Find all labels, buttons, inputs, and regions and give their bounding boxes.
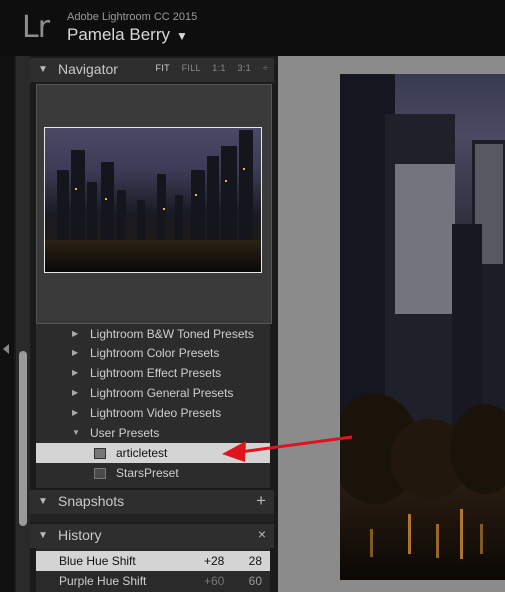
- arrow-head-icon: [222, 441, 246, 462]
- annotation-arrow: [222, 435, 353, 462]
- arrow-shaft: [239, 435, 353, 454]
